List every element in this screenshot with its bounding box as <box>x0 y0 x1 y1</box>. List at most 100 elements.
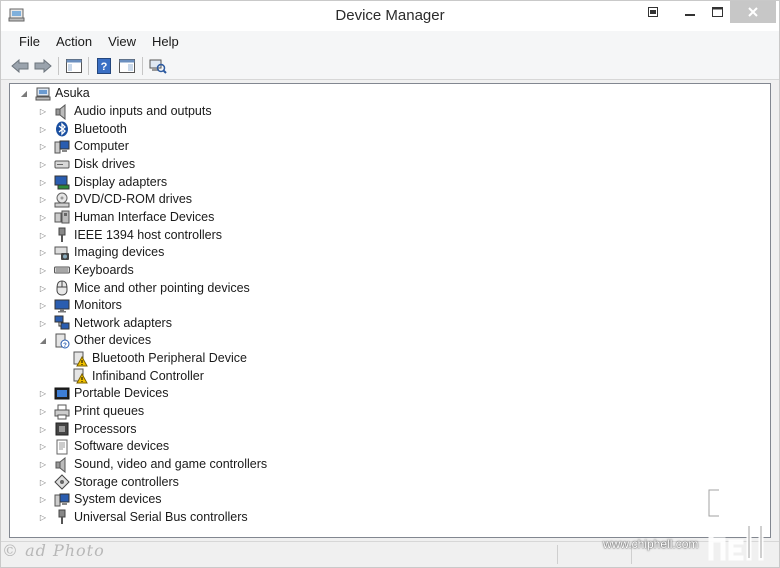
properties-button[interactable] <box>117 57 137 75</box>
menu-action[interactable]: Action <box>48 31 100 53</box>
system-device-icon <box>54 492 70 508</box>
help-button[interactable]: ? <box>94 57 114 75</box>
expand-arrow-icon[interactable]: ▷ <box>38 177 48 187</box>
site-url-watermark: www.chiphell.com <box>603 537 699 551</box>
scan-hardware-button[interactable] <box>148 57 168 75</box>
tree-node-print-queues[interactable]: ▷ Print queues <box>38 403 144 420</box>
expand-arrow-icon[interactable]: ▷ <box>38 283 48 293</box>
bluetooth-icon <box>54 121 70 137</box>
collapse-arrow-icon[interactable]: ◢ <box>19 89 29 99</box>
expand-arrow-icon[interactable]: ▷ <box>38 159 48 169</box>
tree-node-bluetooth-peripheral-device[interactable]: Bluetooth Peripheral Device <box>56 350 247 367</box>
tree-node-label: Bluetooth Peripheral Device <box>92 351 247 366</box>
tree-node-monitors[interactable]: ▷ Monitors <box>38 297 122 314</box>
scan-hardware-icon <box>149 59 167 74</box>
svg-text:?: ? <box>101 61 108 73</box>
tree-node-infiniband-controller[interactable]: Infiniband Controller <box>56 368 204 385</box>
expand-arrow-icon[interactable]: ▷ <box>38 248 48 258</box>
tree-node-storage-controllers[interactable]: ▷ Storage controllers <box>38 474 179 491</box>
tree-node-network-adapters[interactable]: ▷ Network adapters <box>38 315 172 332</box>
tree-node-keyboards[interactable]: ▷ Keyboards <box>38 262 134 279</box>
software-device-icon <box>54 439 70 455</box>
tree-node-imaging-devices[interactable]: ▷ Imaging devices <box>38 244 164 261</box>
tree-node-bluetooth[interactable]: ▷ Bluetooth <box>38 121 127 138</box>
expand-arrow-icon[interactable]: ▷ <box>38 124 48 134</box>
expand-arrow-icon[interactable]: ▷ <box>38 424 48 434</box>
minimize-icon <box>685 14 695 16</box>
window-menu-button[interactable] <box>638 1 668 23</box>
warning-device-icon <box>72 368 88 384</box>
warning-device-icon <box>72 351 88 367</box>
close-button[interactable] <box>730 1 776 23</box>
tree-node-processors[interactable]: ▷ Processors <box>38 421 137 438</box>
tree-node-sound-video-and-game-controllers[interactable]: ▷ Sound, video and game controllers <box>38 456 267 473</box>
title-bar: Device Manager <box>1 1 779 31</box>
tree-node-human-interface-devices[interactable]: ▷ Human Interface Devices <box>38 209 214 226</box>
expand-arrow-icon[interactable]: ▷ <box>38 460 48 470</box>
speaker-icon <box>54 103 70 120</box>
toolbar: ? <box>1 53 779 80</box>
status-divider <box>557 545 558 564</box>
expand-arrow-icon[interactable]: ▷ <box>38 301 48 311</box>
forward-button[interactable] <box>33 57 53 75</box>
tree-node-label: IEEE 1394 host controllers <box>74 227 222 242</box>
photographer-watermark: © ad Photo <box>2 541 105 560</box>
tree-node-software-devices[interactable]: ▷ Software devices <box>38 438 169 455</box>
maximize-button[interactable] <box>702 1 732 23</box>
expand-arrow-icon[interactable]: ▷ <box>38 477 48 487</box>
tree-node-label: Storage controllers <box>74 474 179 489</box>
tree-node-label: Keyboards <box>74 262 134 277</box>
tree-node-label: Network adapters <box>74 315 172 330</box>
tree-node-disk-drives[interactable]: ▷ Disk drives <box>38 156 135 173</box>
tree-node-computer[interactable]: ▷ Computer <box>38 138 129 155</box>
tree-node-system-devices[interactable]: ▷ System devices <box>38 491 162 508</box>
portable-device-icon <box>54 386 70 402</box>
expand-arrow-icon[interactable]: ▷ <box>38 495 48 505</box>
svg-text:?: ? <box>63 343 67 349</box>
menu-file[interactable]: File <box>11 31 48 53</box>
restore-layout-icon <box>648 7 658 17</box>
back-button[interactable] <box>10 57 30 75</box>
monitor-icon <box>54 298 70 314</box>
computer-icon <box>54 139 70 155</box>
expand-arrow-icon[interactable]: ▷ <box>38 142 48 152</box>
network-icon <box>54 315 70 331</box>
tree-node-label: Disk drives <box>74 156 136 171</box>
expand-arrow-icon[interactable]: ▷ <box>38 212 48 222</box>
tree-node-other-devices[interactable]: ◢? Other devices <box>38 332 151 349</box>
sound-controller-icon <box>54 456 70 473</box>
device-tree-pane[interactable]: ◢ Asuka ▷ Audio inputs and outputs ▷ Blueto… <box>9 83 771 538</box>
expand-arrow-icon[interactable]: ▷ <box>38 318 48 328</box>
expand-arrow-icon[interactable]: ▷ <box>38 512 48 522</box>
expand-arrow-icon[interactable]: ▷ <box>38 389 48 399</box>
tree-node-label: Software devices <box>74 439 170 454</box>
help-icon: ? <box>97 58 111 74</box>
printer-icon <box>54 404 70 420</box>
tree-node-label: Display adapters <box>74 174 168 189</box>
menu-help[interactable]: Help <box>144 31 187 53</box>
tree-root-asuka[interactable]: ◢ Asuka <box>19 85 90 102</box>
show-hide-console-tree-button[interactable] <box>64 57 84 75</box>
tree-node-mice-and-other-pointing-devices[interactable]: ▷ Mice and other pointing devices <box>38 280 250 297</box>
collapse-arrow-icon[interactable]: ◢ <box>38 336 48 346</box>
expand-arrow-icon[interactable]: ▷ <box>38 407 48 417</box>
expand-arrow-icon[interactable]: ▷ <box>38 265 48 275</box>
expand-arrow-icon[interactable]: ▷ <box>38 230 48 240</box>
device-manager-window: Device Manager File Action View Help ? ◢… <box>0 0 780 568</box>
toolbar-separator <box>58 57 59 75</box>
minimize-button[interactable] <box>675 1 705 23</box>
usb-icon <box>54 509 70 525</box>
keyboard-icon <box>54 262 70 278</box>
tree-node-dvd-cd-rom-drives[interactable]: ▷ DVD/CD-ROM drives <box>38 191 192 208</box>
toolbar-separator <box>142 57 143 75</box>
menu-view[interactable]: View <box>100 31 144 53</box>
tree-node-universal-serial-bus-controllers[interactable]: ▷ Universal Serial Bus controllers <box>38 509 248 526</box>
tree-node-display-adapters[interactable]: ▷ Display adapters <box>38 174 167 191</box>
tree-node-audio-inputs-and-outputs[interactable]: ▷ Audio inputs and outputs <box>38 103 212 120</box>
expand-arrow-icon[interactable]: ▷ <box>38 107 48 117</box>
expand-arrow-icon[interactable]: ▷ <box>38 442 48 452</box>
expand-arrow-icon[interactable]: ▷ <box>38 195 48 205</box>
menu-bar: File Action View Help <box>1 31 779 53</box>
tree-node-ieee-1394-host-controllers[interactable]: ▷ IEEE 1394 host controllers <box>38 227 222 244</box>
tree-node-portable-devices[interactable]: ▷ Portable Devices <box>38 385 169 402</box>
